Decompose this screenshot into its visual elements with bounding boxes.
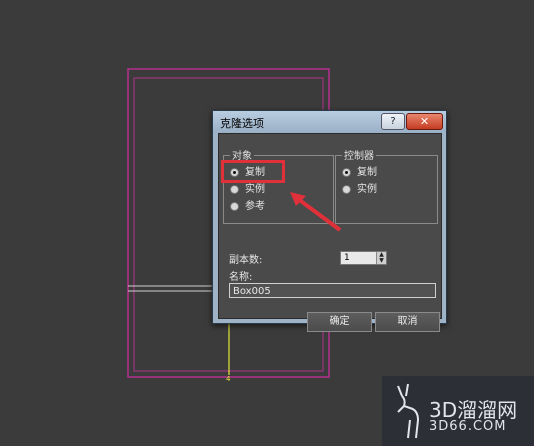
radio-empty-icon <box>230 202 239 211</box>
name-input[interactable]: Box005 <box>229 283 436 298</box>
radio-selected-icon <box>342 168 351 177</box>
close-button[interactable]: ✕ <box>406 113 443 130</box>
controller-copy-radio[interactable]: 复制 <box>342 166 377 180</box>
help-button[interactable]: ? <box>381 113 405 130</box>
object-reference-label: 参考 <box>245 201 265 212</box>
object-instance-radio[interactable]: 实例 <box>230 183 265 197</box>
object-instance-label: 实例 <box>245 184 265 195</box>
controller-group-label: 控制器 <box>342 147 376 162</box>
object-reference-radio[interactable]: 参考 <box>230 200 265 214</box>
radio-empty-icon <box>230 185 239 194</box>
svg-text:4: 4 <box>226 375 231 383</box>
controller-copy-label: 复制 <box>357 167 377 178</box>
spinner-arrows-icon[interactable]: ▲ ▼ <box>376 252 386 264</box>
copies-value: 1 <box>344 253 350 263</box>
name-label: 名称: <box>229 272 253 283</box>
highlight-box <box>221 160 285 183</box>
controller-group: 控制器 复制 实例 <box>335 147 438 224</box>
controller-instance-label: 实例 <box>357 184 377 195</box>
copies-label: 副本数: <box>229 255 263 266</box>
watermark-logo: 3D溜溜网 3D66.COM <box>382 376 534 446</box>
watermark-url: 3D66.COM <box>429 419 507 434</box>
dialog-title: 克隆选项 <box>220 117 264 130</box>
ok-button[interactable]: 确定 <box>307 312 372 332</box>
annotation-arrow-icon <box>290 192 342 232</box>
dialog-titlebar[interactable]: 克隆选项 ? ✕ <box>213 111 446 133</box>
deer-icon <box>397 383 420 439</box>
copies-spinner[interactable]: 1 ▲ ▼ <box>340 251 387 265</box>
cancel-button[interactable]: 取消 <box>375 312 440 332</box>
